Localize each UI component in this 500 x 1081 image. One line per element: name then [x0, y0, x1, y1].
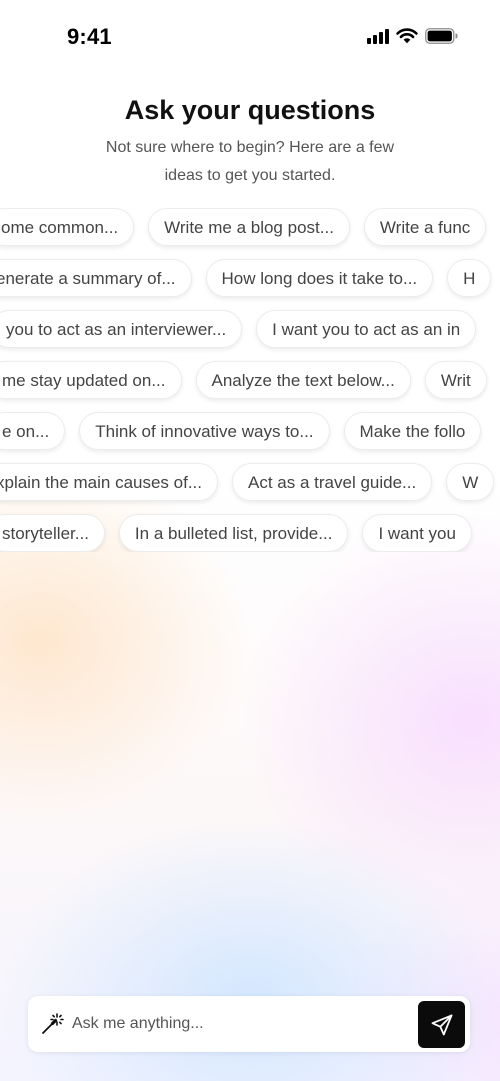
- suggestion-chip[interactable]: H: [447, 259, 492, 297]
- suggestion-chip[interactable]: me stay updated on...: [0, 361, 182, 399]
- suggestion-row: e on... Think of innovative ways to... M…: [0, 412, 482, 450]
- suggestion-row: storyteller... In a bulleted list, provi…: [0, 514, 472, 552]
- suggestion-chip[interactable]: Think of innovative ways to...: [79, 412, 330, 450]
- suggestion-chip[interactable]: I want you: [362, 514, 472, 552]
- suggestion-row: enerate a summary of... How long does it…: [0, 259, 492, 297]
- magic-wand-icon: [42, 1013, 64, 1034]
- suggestion-chips: ome common... Write me a blog post... Wr…: [0, 208, 500, 552]
- status-bar: 9:41: [0, 0, 500, 74]
- suggestion-chip[interactable]: Analyze the text below...: [195, 361, 411, 399]
- suggestion-chip[interactable]: you to act as an interviewer...: [0, 310, 243, 348]
- suggestion-chip[interactable]: xplain the main causes of...: [0, 463, 219, 501]
- suggestion-chip[interactable]: enerate a summary of...: [0, 259, 192, 297]
- suggestion-row: you to act as an interviewer... I want y…: [0, 310, 477, 348]
- suggestion-chip[interactable]: W: [446, 463, 495, 501]
- send-icon: [431, 1014, 452, 1035]
- wifi-icon: [396, 28, 418, 44]
- suggestion-chip[interactable]: Write a func: [363, 208, 487, 246]
- suggestion-chip[interactable]: Writ: [424, 361, 487, 399]
- page-header: Ask your questions Not sure where to beg…: [0, 92, 500, 190]
- suggestion-row: me stay updated on... Analyze the text b…: [0, 361, 487, 399]
- suggestion-chip[interactable]: I want you to act as an in: [256, 310, 477, 348]
- status-icons: [367, 27, 458, 44]
- suggestion-chip[interactable]: storyteller...: [0, 514, 105, 552]
- battery-icon: [425, 27, 458, 44]
- suggestion-chip[interactable]: In a bulleted list, provide...: [118, 514, 349, 552]
- page-title: Ask your questions: [124, 95, 376, 125]
- composer: [28, 996, 470, 1052]
- cellular-signal-icon: [367, 28, 389, 44]
- send-button[interactable]: [418, 1001, 465, 1048]
- suggestion-row: ome common... Write me a blog post... Wr…: [0, 208, 487, 246]
- suggestion-chip[interactable]: ome common...: [0, 208, 135, 246]
- page-subtitle: Not sure where to begin? Here are a few …: [105, 139, 395, 184]
- suggestion-chip[interactable]: e on...: [0, 412, 66, 450]
- ask-input[interactable]: [72, 996, 412, 1052]
- suggestion-chip[interactable]: Make the follo: [343, 412, 482, 450]
- status-time: 9:41: [67, 24, 112, 49]
- suggestion-row: xplain the main causes of... Act as a tr…: [0, 463, 495, 501]
- suggestion-chip[interactable]: Write me a blog post...: [148, 208, 350, 246]
- suggestion-chip[interactable]: How long does it take to...: [205, 259, 434, 297]
- suggestion-chip[interactable]: Act as a travel guide...: [232, 463, 433, 501]
